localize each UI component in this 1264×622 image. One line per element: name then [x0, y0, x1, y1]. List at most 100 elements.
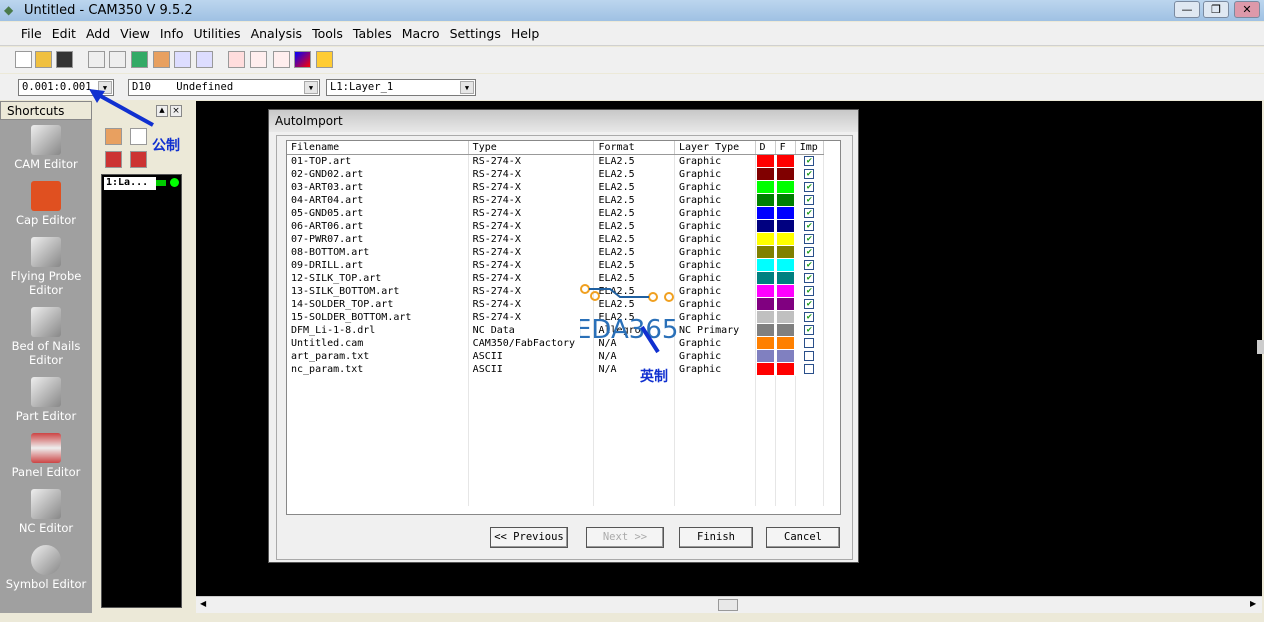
draw-color-cell[interactable]	[755, 310, 776, 324]
type-cell[interactable]: RS-274-X	[468, 245, 595, 259]
menu-file[interactable]: File	[16, 22, 47, 45]
flash-color-cell[interactable]	[775, 258, 796, 272]
format-cell[interactable]: ELA2.5	[593, 180, 675, 194]
import-checkbox[interactable]: ✔	[795, 323, 825, 337]
draw-color-cell[interactable]	[755, 323, 776, 337]
menu-utilities[interactable]: Utilities	[189, 22, 246, 45]
layer-type-cell[interactable]: Graphic	[674, 362, 756, 376]
layer-type-cell[interactable]: Graphic	[674, 349, 756, 363]
type-cell[interactable]: RS-274-X	[468, 297, 595, 311]
type-cell[interactable]: RS-274-X	[468, 232, 595, 246]
layer-type-cell[interactable]: Graphic	[674, 167, 756, 181]
scroll-left-icon[interactable]: ◀	[200, 599, 206, 608]
flash-color-cell[interactable]	[775, 232, 796, 246]
layer-type-cell[interactable]: Graphic	[674, 271, 756, 285]
flash-color-cell[interactable]	[775, 310, 796, 324]
import-checkbox[interactable]: ✔	[795, 297, 825, 311]
shortcut-part-editor[interactable]: Part Editor	[0, 377, 92, 423]
format-cell[interactable]: ELA2.5	[593, 154, 675, 168]
type-cell[interactable]: RS-274-X	[468, 284, 595, 298]
format-cell[interactable]: ELA2.5	[593, 245, 675, 259]
import-checkbox[interactable]: ✔	[795, 206, 825, 220]
flash-color-cell[interactable]	[775, 284, 796, 298]
table-row[interactable]: 13-SILK_BOTTOM.art RS-274-X ELA2.5 Graphic ✔	[287, 284, 825, 298]
draw-color-cell[interactable]	[755, 271, 776, 285]
table-row[interactable]: nc_param.txt ASCII N/A Graphic	[287, 362, 825, 376]
type-cell[interactable]: RS-274-X	[468, 167, 595, 181]
cancel-button[interactable]: Cancel	[766, 527, 840, 548]
layers-icon[interactable]	[316, 51, 333, 68]
undo-icon[interactable]	[88, 51, 105, 68]
flash-color-cell[interactable]	[775, 219, 796, 233]
column-header[interactable]: Type	[468, 141, 595, 155]
layer-type-cell[interactable]: Graphic	[674, 258, 756, 272]
layer-type-cell[interactable]: Graphic	[674, 297, 756, 311]
zoom-out-icon[interactable]	[196, 51, 213, 68]
import-checkbox[interactable]: ✔	[795, 271, 825, 285]
zoom-in-icon[interactable]	[174, 51, 191, 68]
layer-type-cell[interactable]: Graphic	[674, 336, 756, 350]
table-row[interactable]: 05-GND05.art RS-274-X ELA2.5 Graphic ✔	[287, 206, 825, 220]
table-row[interactable]: 01-TOP.art RS-274-X ELA2.5 Graphic ✔	[287, 154, 825, 168]
save-icon[interactable]	[56, 51, 73, 68]
flash-color-cell[interactable]	[775, 206, 796, 220]
shortcut-cam-editor[interactable]: CAM Editor	[0, 125, 92, 171]
clear-icon[interactable]	[153, 51, 170, 68]
shortcut-bed-of-nails[interactable]: Bed of Nails Editor	[0, 307, 92, 367]
format-cell[interactable]: ELA2.5	[593, 258, 675, 272]
layer-tool2-icon[interactable]	[130, 151, 147, 168]
flash-color-cell[interactable]	[775, 167, 796, 181]
flash-color-cell[interactable]	[775, 271, 796, 285]
import-checkbox[interactable]	[795, 362, 825, 376]
type-cell[interactable]: RS-274-X	[468, 154, 595, 168]
layer-visible-icon[interactable]	[170, 178, 179, 187]
snap-grid-icon[interactable]	[250, 51, 267, 68]
type-cell[interactable]: CAM350/FabFactory	[468, 336, 595, 350]
layer-type-cell[interactable]: Graphic	[674, 154, 756, 168]
new-file-icon[interactable]	[15, 51, 32, 68]
type-cell[interactable]: RS-274-X	[468, 206, 595, 220]
scroll-thumb[interactable]	[718, 599, 738, 611]
menu-analysis[interactable]: Analysis	[246, 22, 308, 45]
layer-type-cell[interactable]: Graphic	[674, 180, 756, 194]
table-row[interactable]: art_param.txt ASCII N/A Graphic	[287, 349, 825, 363]
layer-item[interactable]: 1:La...	[104, 177, 156, 190]
layer-type-cell[interactable]: Graphic	[674, 232, 756, 246]
table-row[interactable]: 14-SOLDER_TOP.art RS-274-X ELA2.5 Graphic ✔	[287, 297, 825, 311]
shortcut-cap-editor[interactable]: Cap Editor	[0, 181, 92, 227]
menu-add[interactable]: Add	[81, 22, 115, 45]
redraw-icon[interactable]	[131, 51, 148, 68]
close-icon[interactable]: ×	[170, 105, 182, 117]
table-row[interactable]: 02-GND02.art RS-274-X ELA2.5 Graphic ✔	[287, 167, 825, 181]
flash-color-cell[interactable]	[775, 362, 796, 376]
draw-color-cell[interactable]	[755, 206, 776, 220]
shortcut-nc-editor[interactable]: NC Editor	[0, 489, 92, 535]
layer-tool-icon[interactable]	[105, 151, 122, 168]
menu-tools[interactable]: Tools	[307, 22, 348, 45]
import-checkbox[interactable]: ✔	[795, 219, 825, 233]
type-cell[interactable]: RS-274-X	[468, 193, 595, 207]
scroll-right-icon[interactable]: ▶	[1250, 599, 1256, 608]
table-row[interactable]: 03-ART03.art RS-274-X ELA2.5 Graphic ✔	[287, 180, 825, 194]
draw-color-cell[interactable]	[755, 219, 776, 233]
draw-color-cell[interactable]	[755, 297, 776, 311]
flash-color-cell[interactable]	[775, 193, 796, 207]
import-checkbox[interactable]: ✔	[795, 232, 825, 246]
flash-color-cell[interactable]	[775, 245, 796, 259]
type-cell[interactable]: RS-274-X	[468, 180, 595, 194]
menu-view[interactable]: View	[115, 22, 155, 45]
flash-color-cell[interactable]	[775, 349, 796, 363]
color-icon[interactable]	[294, 51, 311, 68]
layer-select[interactable]: L1:Layer_1 ▼	[326, 79, 476, 96]
menu-macro[interactable]: Macro	[397, 22, 445, 45]
type-cell[interactable]: NC Data	[468, 323, 595, 337]
table-row[interactable]: 12-SILK_TOP.art RS-274-X ELA2.5 Graphic ✔	[287, 271, 825, 285]
draw-color-cell[interactable]	[755, 349, 776, 363]
type-cell[interactable]: RS-274-X	[468, 271, 595, 285]
type-cell[interactable]: ASCII	[468, 362, 595, 376]
import-checkbox[interactable]: ✔	[795, 284, 825, 298]
shortcut-panel-editor[interactable]: Panel Editor	[0, 433, 92, 479]
column-header[interactable]: F	[775, 141, 796, 155]
shortcut-flying-probe[interactable]: Flying Probe Editor	[0, 237, 92, 297]
import-checkbox[interactable]: ✔	[795, 258, 825, 272]
